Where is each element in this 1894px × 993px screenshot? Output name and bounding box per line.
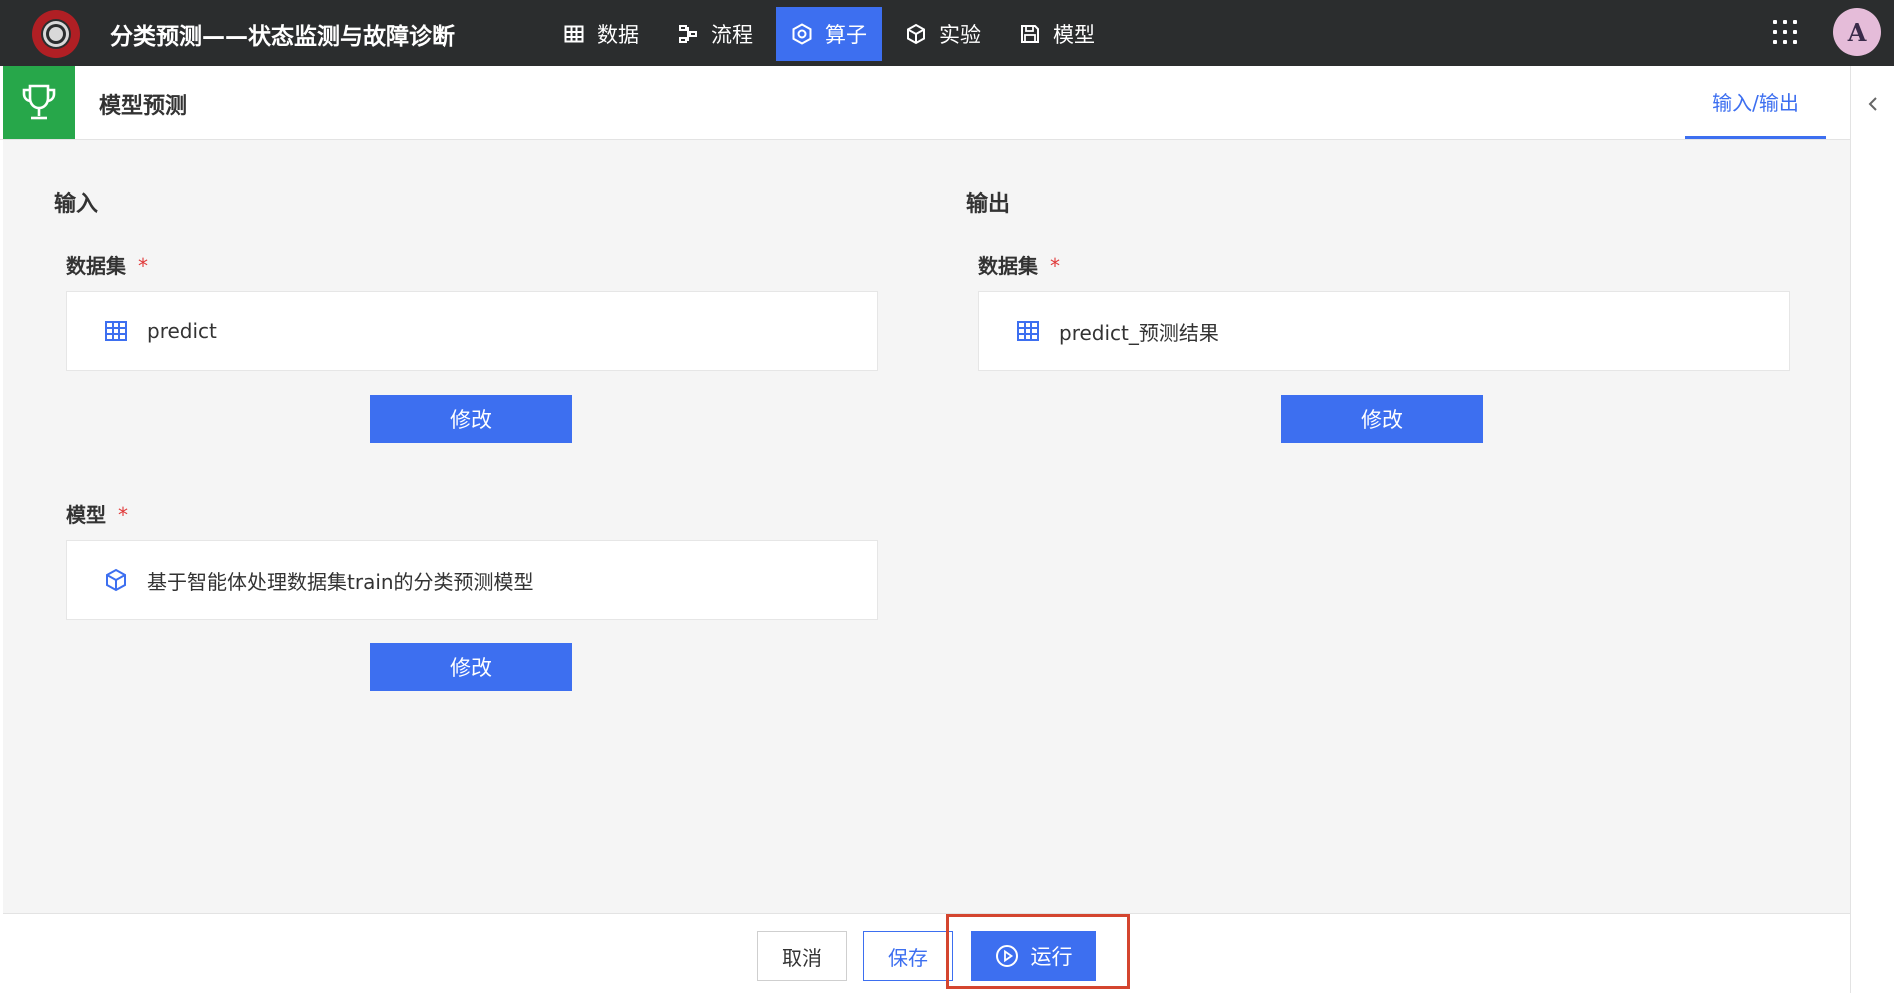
- nav-item-label: 模型: [1053, 23, 1095, 47]
- cube-icon: [905, 23, 927, 45]
- input-model-label: 模型 *: [66, 499, 128, 528]
- output-dataset-value: predict_预测结果: [1059, 320, 1219, 345]
- trophy-icon: [3, 66, 75, 139]
- flow-icon: [677, 23, 699, 45]
- nav-item-data[interactable]: 数据: [548, 7, 654, 61]
- table-icon: [563, 23, 585, 45]
- play-circle-icon: [995, 944, 1019, 968]
- nav-item-operator[interactable]: 算子: [776, 7, 882, 61]
- required-mark: *: [118, 503, 128, 527]
- nav-item-model[interactable]: 模型: [1004, 7, 1110, 61]
- right-panel-rail: [1850, 66, 1894, 993]
- main-nav: 数据 流程 算子 实验 模型: [548, 7, 1118, 61]
- label-text: 模型: [66, 503, 106, 527]
- operator-icon: [791, 23, 813, 45]
- nav-item-experiment[interactable]: 实验: [890, 7, 996, 61]
- action-footer: 取消 保存 运行: [3, 913, 1850, 993]
- nav-item-label: 数据: [597, 23, 639, 47]
- run-button-label: 运行: [1030, 945, 1073, 969]
- app-logo-icon[interactable]: [32, 10, 80, 58]
- required-mark: *: [1050, 254, 1060, 278]
- chevron-left-icon[interactable]: [1863, 94, 1883, 114]
- top-bar: 分类预测——状态监测与故障诊断 数据 流程 算子 实验 模型 A: [0, 0, 1894, 66]
- input-model-value: 基于智能体处理数据集train的分类预测模型: [147, 569, 534, 594]
- main-content: 输入 数据集 * predict 修改 模型 * 基于智能体处理数据集train的分…: [3, 140, 1850, 913]
- nav-item-label: 流程: [711, 23, 753, 47]
- nav-item-label: 算子: [825, 23, 867, 47]
- modify-input-dataset-button[interactable]: 修改: [370, 395, 572, 443]
- input-dataset-field: predict: [66, 291, 878, 371]
- input-dataset-label: 数据集 *: [66, 250, 148, 279]
- run-button[interactable]: 运行: [971, 931, 1096, 981]
- output-dataset-field: predict_预测结果: [978, 291, 1790, 371]
- avatar[interactable]: A: [1833, 8, 1881, 56]
- input-section-title: 输入: [54, 192, 99, 217]
- output-section-title: 输出: [966, 192, 1011, 217]
- save-button[interactable]: 保存: [863, 931, 953, 981]
- table-icon: [103, 318, 129, 344]
- label-text: 数据集: [978, 254, 1038, 278]
- input-model-field: 基于智能体处理数据集train的分类预测模型: [66, 540, 878, 620]
- page-title: 模型预测: [99, 94, 188, 119]
- output-dataset-label: 数据集 *: [978, 250, 1060, 279]
- nav-item-label: 实验: [939, 23, 981, 47]
- modify-model-button[interactable]: 修改: [370, 643, 572, 691]
- table-icon: [1015, 318, 1041, 344]
- tab-input-output[interactable]: 输入/输出: [1685, 66, 1826, 139]
- modify-output-dataset-button[interactable]: 修改: [1281, 395, 1483, 443]
- required-mark: *: [138, 254, 148, 278]
- cancel-button[interactable]: 取消: [757, 931, 847, 981]
- save-icon: [1019, 23, 1041, 45]
- app-title: 分类预测——状态监测与故障诊断: [110, 24, 455, 50]
- apps-grid-icon[interactable]: [1770, 17, 1800, 47]
- input-dataset-value: predict: [147, 319, 217, 343]
- cube-icon: [103, 567, 129, 593]
- label-text: 数据集: [66, 254, 126, 278]
- nav-item-flow[interactable]: 流程: [662, 7, 768, 61]
- page-header: 模型预测 输入/输出: [0, 66, 1850, 140]
